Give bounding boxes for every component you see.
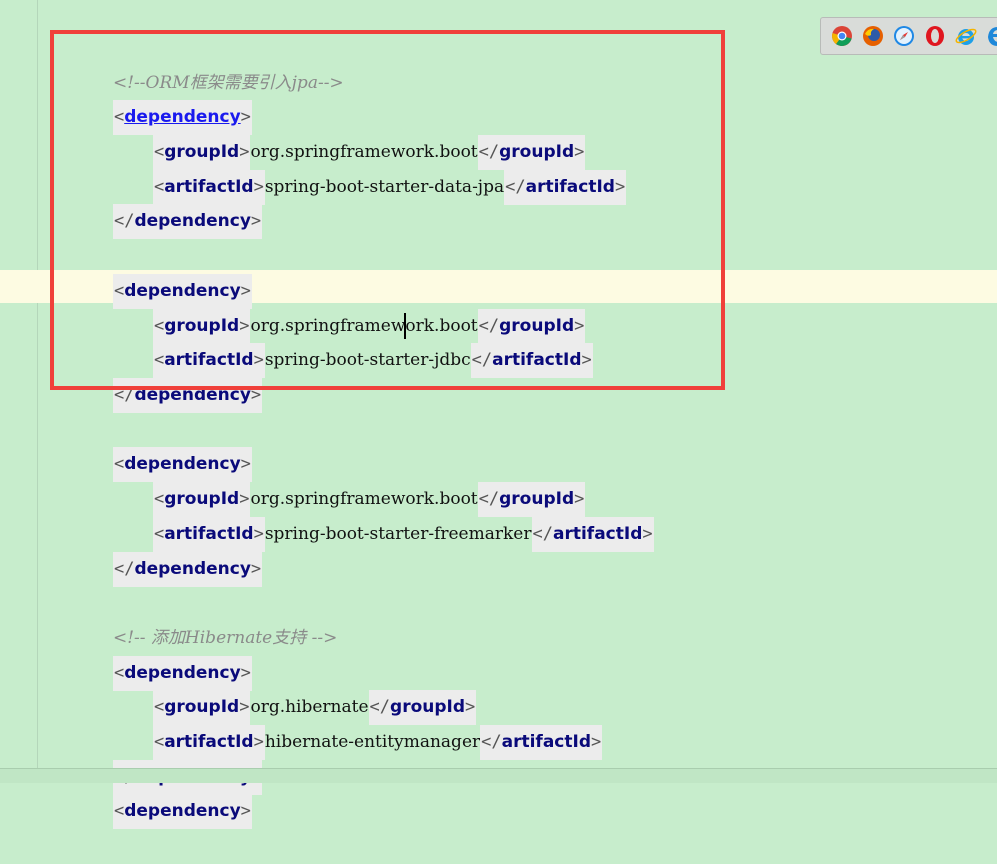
code-line[interactable]: <groupId>org.springframework.boot</group… xyxy=(112,447,586,517)
code-line[interactable]: <artifactId>spring-boot-starter-freemark… xyxy=(112,482,654,552)
tag-value: hibernate-entitymanager xyxy=(264,732,481,752)
code-line[interactable]: </dependency> xyxy=(72,517,263,587)
code-line[interactable]: <groupId>org.hibernate</groupId> xyxy=(112,655,477,725)
safari-icon[interactable] xyxy=(893,25,915,47)
gutter-guide xyxy=(37,0,38,782)
browser-preview-toolbar xyxy=(820,17,997,55)
code-line[interactable]: <dependency> xyxy=(72,621,252,691)
open-tag: <dependency> xyxy=(112,794,252,829)
highlight-box xyxy=(50,30,725,390)
ie-icon[interactable] xyxy=(955,25,977,47)
tag-name: artifactId xyxy=(501,732,591,752)
code-line[interactable]: <artifactId>hibernate-entitymanager</art… xyxy=(112,690,603,760)
close-tag: </artifactId> xyxy=(531,517,654,552)
tag-name: dependency xyxy=(124,801,241,821)
firefox-icon[interactable] xyxy=(862,25,884,47)
code-editor[interactable]: <!--ORM框架需要引入jpa--> <dependency> <groupI… xyxy=(0,0,997,829)
code-line[interactable]: <!-- 添加Hibernate支持 --> xyxy=(72,586,337,648)
opera-icon[interactable] xyxy=(924,25,946,47)
horizontal-scrollbar[interactable] xyxy=(0,768,997,783)
tag-value: spring-boot-starter-freemarker xyxy=(264,524,532,544)
close-tag: </artifactId> xyxy=(480,725,603,760)
edge-icon[interactable] xyxy=(986,25,997,47)
chrome-icon[interactable] xyxy=(831,25,853,47)
close-tag: </dependency> xyxy=(112,552,263,587)
code-line[interactable]: </dependency> xyxy=(72,725,263,795)
tag-name: artifactId xyxy=(552,524,643,544)
tag-name: dependency xyxy=(134,559,251,579)
code-line[interactable]: <dependency> xyxy=(72,412,252,482)
